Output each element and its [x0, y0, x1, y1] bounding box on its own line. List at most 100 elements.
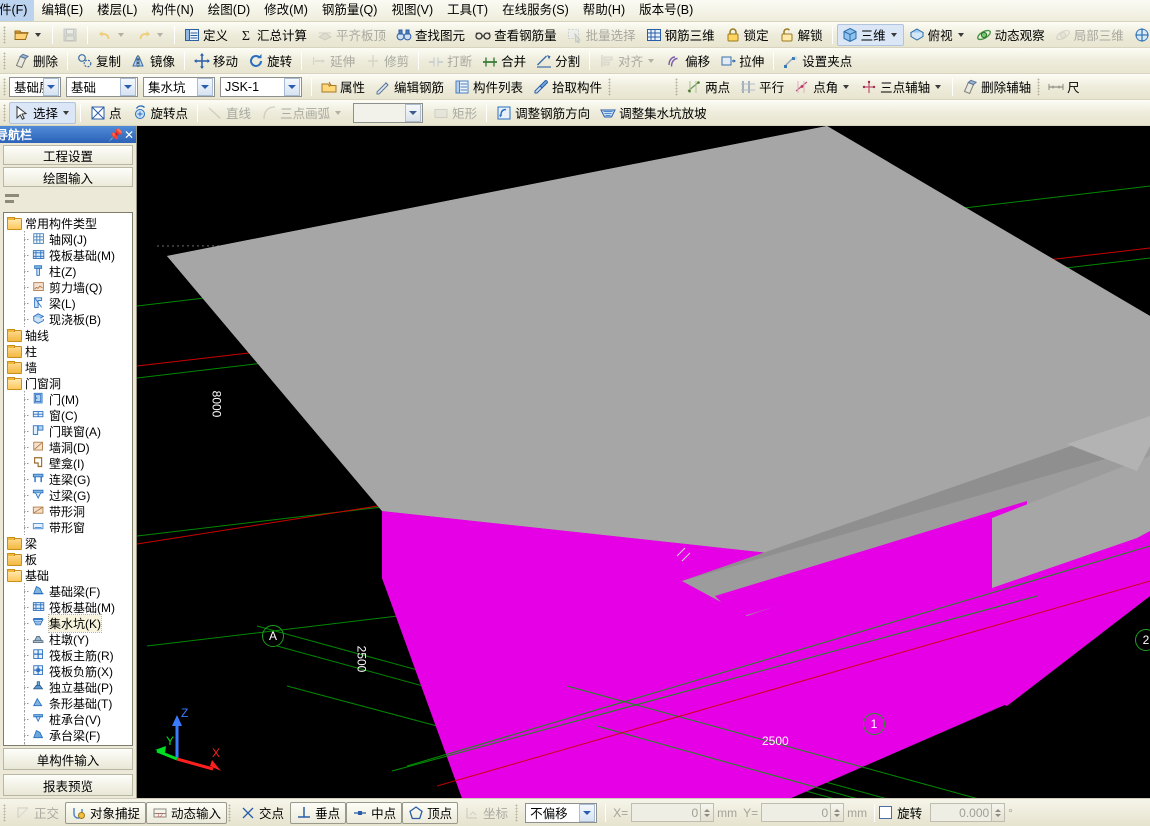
tree-item[interactable]: 筏板基础(M) [6, 247, 132, 263]
rebar-3d-button[interactable]: 钢筋三维 [641, 24, 720, 46]
component-name-select[interactable]: JSK-1 [220, 76, 302, 97]
split-button[interactable]: 分割 [531, 50, 585, 72]
lock-button[interactable]: 锁定 [720, 24, 774, 46]
define-button[interactable]: 定义 [179, 24, 233, 46]
menu-item-1[interactable]: 编辑(E) [34, 0, 90, 21]
close-icon[interactable]: ✕ [122, 129, 136, 141]
top-view-button[interactable]: 俯视 [904, 24, 971, 46]
menu-item-6[interactable]: 钢筋量(Q) [315, 0, 385, 21]
tree-item[interactable]: 条形基础(T) [6, 695, 132, 711]
dynamic-observe-button[interactable]: 动态观察 [971, 24, 1050, 46]
parallel-aux-button[interactable]: 平行 [735, 76, 789, 98]
merge-button[interactable]: 合并 [477, 50, 531, 72]
pick-component-button[interactable]: 拾取构件 [528, 76, 607, 98]
tree-item[interactable]: 筏板主筋(R) [6, 647, 132, 663]
arc-mode-select[interactable] [353, 102, 424, 123]
menu-item-4[interactable]: 绘图(D) [201, 0, 257, 21]
perpendicular-snap-button[interactable]: 垂点 [290, 801, 347, 824]
tree-item[interactable]: 壁龛(I) [6, 455, 132, 471]
offset-button[interactable]: 偏移 [661, 50, 715, 72]
drawing-input-button[interactable]: 绘图输入 [3, 167, 133, 187]
menu-item-10[interactable]: 帮助(H) [576, 0, 632, 21]
select-tool-button[interactable]: 选择 [9, 101, 77, 124]
menu-item-8[interactable]: 工具(T) [440, 0, 495, 21]
tree-item[interactable]: 剪力墙(Q) [6, 279, 132, 295]
chevron-down-icon[interactable] [890, 32, 897, 37]
tree-item[interactable]: 桩(U) [6, 743, 132, 745]
tree-item[interactable]: 带形窗 [6, 519, 132, 535]
tree-folder[interactable]: 梁 [6, 535, 132, 551]
navigator-handle[interactable] [3, 190, 133, 210]
single-component-input-button[interactable]: 单构件输入 [3, 748, 133, 770]
project-settings-button[interactable]: 工程设置 [3, 145, 133, 165]
point-angle-aux-button[interactable]: 点角 [789, 76, 856, 98]
three-point-axis-button[interactable]: 三点辅轴 [856, 76, 948, 98]
stretch-button[interactable]: 拉伸 [715, 50, 769, 72]
axis-bubble[interactable]: A [262, 625, 284, 647]
chevron-down-icon[interactable] [63, 110, 70, 115]
tree-folder[interactable]: 轴线 [6, 327, 132, 343]
menu-item-5[interactable]: 修改(M) [257, 0, 315, 21]
axis-bubble[interactable]: 2 [1135, 629, 1150, 651]
tree-item[interactable]: 轴网(J) [6, 231, 132, 247]
rotate-button[interactable]: 旋转 [243, 50, 297, 72]
tree-item[interactable]: 独立基础(P) [6, 679, 132, 695]
midpoint-snap-button[interactable]: 中点 [346, 801, 403, 824]
chevron-down-icon[interactable] [120, 77, 136, 96]
mirror-button[interactable]: 镜像 [126, 50, 180, 72]
tree-item[interactable]: 基础梁(F) [6, 583, 132, 599]
adjust-rebar-dir-button[interactable]: 调整钢筋方向 [491, 102, 595, 124]
edit-rebar-button[interactable]: 编辑钢筋 [370, 76, 449, 98]
tree-item[interactable]: 筏板基础(M) [6, 599, 132, 615]
tree-item[interactable]: 现浇板(B) [6, 311, 132, 327]
vertex-snap-button[interactable]: 顶点 [402, 801, 459, 824]
tree-folder[interactable]: 常用构件类型 [6, 215, 132, 231]
chevron-down-icon[interactable] [843, 84, 850, 89]
floor-select[interactable]: 基础层 [9, 76, 61, 97]
properties-button[interactable]: 属性 [316, 76, 370, 98]
move-button[interactable]: 移动 [189, 50, 243, 72]
tree-item[interactable]: 梁(L) [6, 295, 132, 311]
chevron-down-icon[interactable] [197, 77, 213, 96]
menu-item-3[interactable]: 构件(N) [144, 0, 200, 21]
intersection-snap-button[interactable]: 交点 [234, 802, 290, 824]
tree-folder[interactable]: 墙 [6, 359, 132, 375]
axis-bubble[interactable]: 1 [863, 713, 885, 735]
rotate-point-tool-button[interactable]: 旋转点 [127, 102, 194, 124]
adjust-sump-slope-button[interactable]: 调整集水坑放坡 [595, 102, 712, 124]
view-rebar-qty-button[interactable]: 查看钢筋量 [470, 24, 562, 46]
point-tool-button[interactable]: 点 [85, 102, 127, 124]
tree-folder[interactable]: 基础 [6, 567, 132, 583]
x-coordinate-input[interactable]: 0 [631, 803, 702, 822]
tree-item[interactable]: 门(M) [6, 391, 132, 407]
fullscreen-button[interactable]: 全屏 [1129, 24, 1150, 46]
report-preview-button[interactable]: 报表预览 [3, 774, 133, 796]
component-tree[interactable]: 常用构件类型 轴网(J) 筏板基础(M) 柱(Z) 剪力墙(Q) 梁(L) 现浇板(B) 轴线… [3, 212, 133, 746]
object-snap-button[interactable]: 对象捕捉 [65, 801, 147, 824]
delete-button[interactable]: 删除 [9, 50, 63, 72]
offset-mode-select[interactable]: 不偏移 [525, 802, 598, 823]
chevron-down-icon[interactable] [405, 103, 422, 122]
3d-viewport[interactable]: 8000 2500 2500 A 1 2 Z X Y [137, 126, 1150, 798]
tree-item[interactable]: 窗(C) [6, 407, 132, 423]
copy-button[interactable]: 复制 [72, 50, 126, 72]
open-file-button[interactable] [9, 24, 48, 46]
tree-item[interactable]: 筏板负筋(X) [6, 663, 132, 679]
pin-icon[interactable]: 📌 [108, 129, 123, 141]
tree-item[interactable]: 承台梁(F) [6, 727, 132, 743]
component-list-button[interactable]: 构件列表 [449, 76, 528, 98]
chevron-down-icon[interactable] [43, 77, 59, 96]
chevron-down-icon[interactable] [284, 77, 300, 96]
chevron-down-icon[interactable] [35, 32, 41, 37]
rotate-checkbox[interactable] [879, 806, 893, 819]
menu-item-2[interactable]: 楼层(L) [90, 0, 144, 21]
tree-item[interactable]: 连梁(G) [6, 471, 132, 487]
menu-item-0[interactable]: 件(F) [0, 0, 35, 21]
tree-item[interactable]: 墙洞(D) [6, 439, 132, 455]
tree-item[interactable]: 门联窗(A) [6, 423, 132, 439]
tree-folder[interactable]: 柱 [6, 343, 132, 359]
unlock-button[interactable]: 解锁 [774, 24, 828, 46]
menu-item-9[interactable]: 在线服务(S) [495, 0, 576, 21]
dynamic-input-button[interactable]: 12 动态输入 [146, 801, 228, 824]
component-type-select[interactable]: 集水坑 [143, 76, 215, 97]
